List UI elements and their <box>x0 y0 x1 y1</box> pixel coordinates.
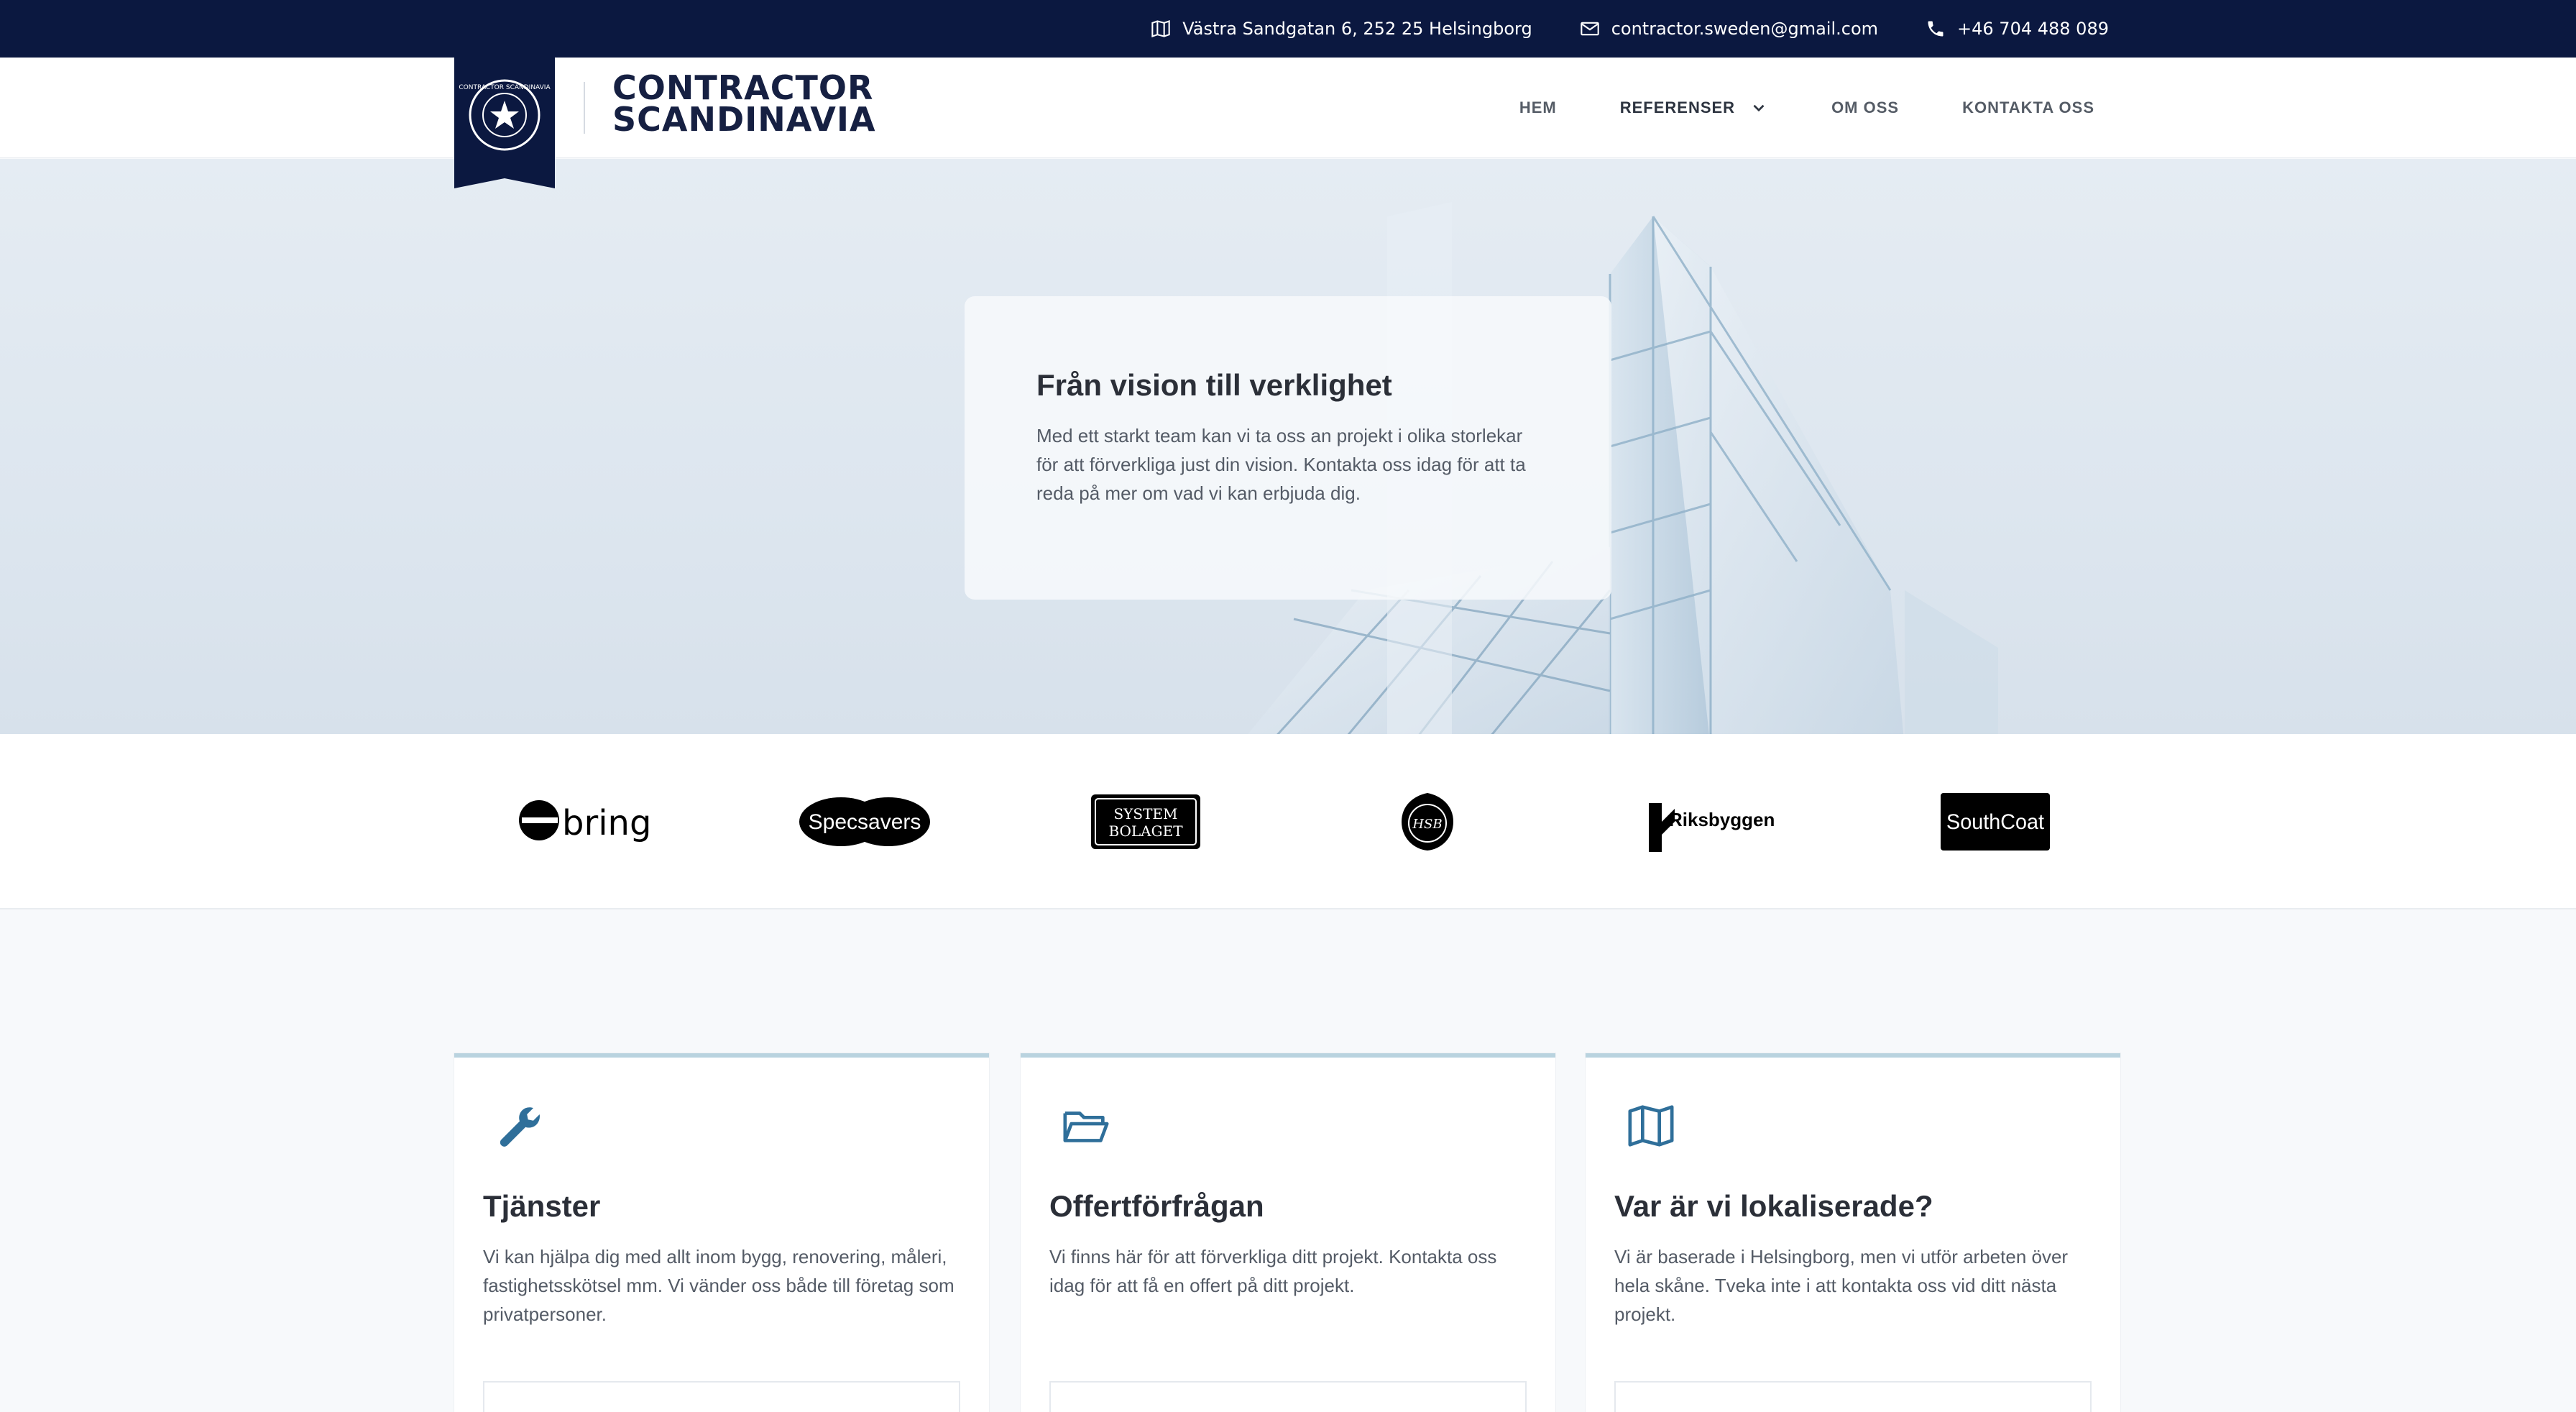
nav-item-kontakta-oss[interactable]: KONTAKTA OSS <box>1962 98 2094 117</box>
brand-line-2: SCANDINAVIA <box>612 100 876 139</box>
card-title: Tjänster <box>483 1189 601 1223</box>
bring-logo: bring <box>515 792 651 852</box>
specsavers-logo: Specsavers <box>798 792 932 852</box>
riksbyggen-logo-text: Riksbyggen <box>1669 809 1775 830</box>
email-text: contractor.sweden@gmail.com <box>1611 19 1879 39</box>
wrench-icon <box>500 1107 540 1147</box>
southcoat-logo-text: SouthCoat <box>1946 810 2045 834</box>
hero-text: Med ett starkt team kan vi ta oss an pro… <box>1036 425 1526 504</box>
card-text: Vi finns här för att förverkliga ditt pr… <box>1049 1246 1497 1296</box>
address-text: Västra Sandgatan 6, 252 25 Helsingborg <box>1182 19 1532 39</box>
email-item[interactable]: contractor.sweden@gmail.com <box>1580 19 1878 39</box>
card-title: Var är vi lokaliserade? <box>1614 1189 1933 1223</box>
address-item[interactable]: Västra Sandgatan 6, 252 25 Helsingborg <box>1151 19 1532 39</box>
card-text: Vi kan hjälpa dig med allt inom bygg, re… <box>483 1246 954 1325</box>
card-offertforfragan: Offertförfrågan Vi finns här för att för… <box>1021 1053 1555 1412</box>
phone-text: +46 704 488 089 <box>1957 19 2109 39</box>
card-tjanster: Tjänster Vi kan hjälpa dig med allt inom… <box>454 1053 989 1412</box>
card-footer-box[interactable] <box>1614 1381 2092 1412</box>
hsb-logo-text: HSB <box>1412 817 1442 832</box>
hero-title: Från vision till verklighet <box>1036 368 1392 402</box>
card-footer-box[interactable] <box>1049 1381 1527 1412</box>
folder-open-icon <box>1063 1111 1109 1142</box>
logo-badge[interactable]: CONTRACTOR SCANDINAVIA <box>454 58 555 188</box>
brand-wordmark[interactable]: CONTRACTOR SCANDINAVIA <box>612 68 876 139</box>
main-nav: HEM REFERENSER OM OSS KONTAKTA OSS <box>1519 58 2094 158</box>
nav-item-referenser-label: REFERENSER <box>1619 98 1736 116</box>
envelope-icon <box>1581 22 1599 36</box>
map-icon <box>1151 20 1170 37</box>
riksbyggen-logo: Riksbyggen <box>1646 792 1775 852</box>
card-text: Vi är baserade i Helsingborg, men vi utf… <box>1614 1246 2069 1325</box>
nav-item-om-oss[interactable]: OM OSS <box>1831 98 1899 117</box>
phone-icon <box>1928 21 1944 37</box>
card-title: Offertförfrågan <box>1049 1189 1264 1223</box>
systembolaget-logo: SYSTEM BOLAGET <box>1088 792 1203 852</box>
systembolaget-line-2: BOLAGET <box>1108 822 1183 840</box>
card-lokalisering: Var är vi lokaliserade? Vi är baserade i… <box>1586 1053 2120 1412</box>
bring-logo-text: bring <box>562 803 651 843</box>
badge-text: CONTRACTOR SCANDINAVIA <box>459 84 551 91</box>
map-icon <box>1628 1105 1674 1147</box>
hero-card: Från vision till verklighet Med ett star… <box>965 296 1611 600</box>
feature-cards: Tjänster Vi kan hjälpa dig med allt inom… <box>0 909 2576 1412</box>
specsavers-logo-text: Specsavers <box>809 810 921 834</box>
card-footer-box[interactable] <box>483 1381 960 1412</box>
phone-item[interactable]: +46 704 488 089 <box>1926 19 2109 39</box>
site-header <box>0 58 2576 158</box>
logo-divider <box>584 82 585 134</box>
southcoat-logo: SouthCoat <box>1939 792 2051 852</box>
hero-section: Från vision till verklighet Med ett star… <box>0 159 2576 734</box>
chevron-down-icon <box>1753 104 1765 112</box>
logo-emblem: CONTRACTOR SCANDINAVIA <box>454 58 555 188</box>
nav-item-referenser[interactable]: REFERENSER <box>1620 98 1768 117</box>
top-contact-bar: Västra Sandgatan 6, 252 25 Helsingborg c… <box>0 0 2576 58</box>
brand-line-1: CONTRACTOR <box>612 68 874 107</box>
hsb-logo: HSB <box>1397 792 1458 852</box>
client-logos: bring Specsavers SYSTEM BOLAGET HSB Riks… <box>0 734 2576 909</box>
nav-item-hem[interactable]: HEM <box>1519 98 1557 117</box>
systembolaget-line-1: SYSTEM <box>1113 805 1177 822</box>
